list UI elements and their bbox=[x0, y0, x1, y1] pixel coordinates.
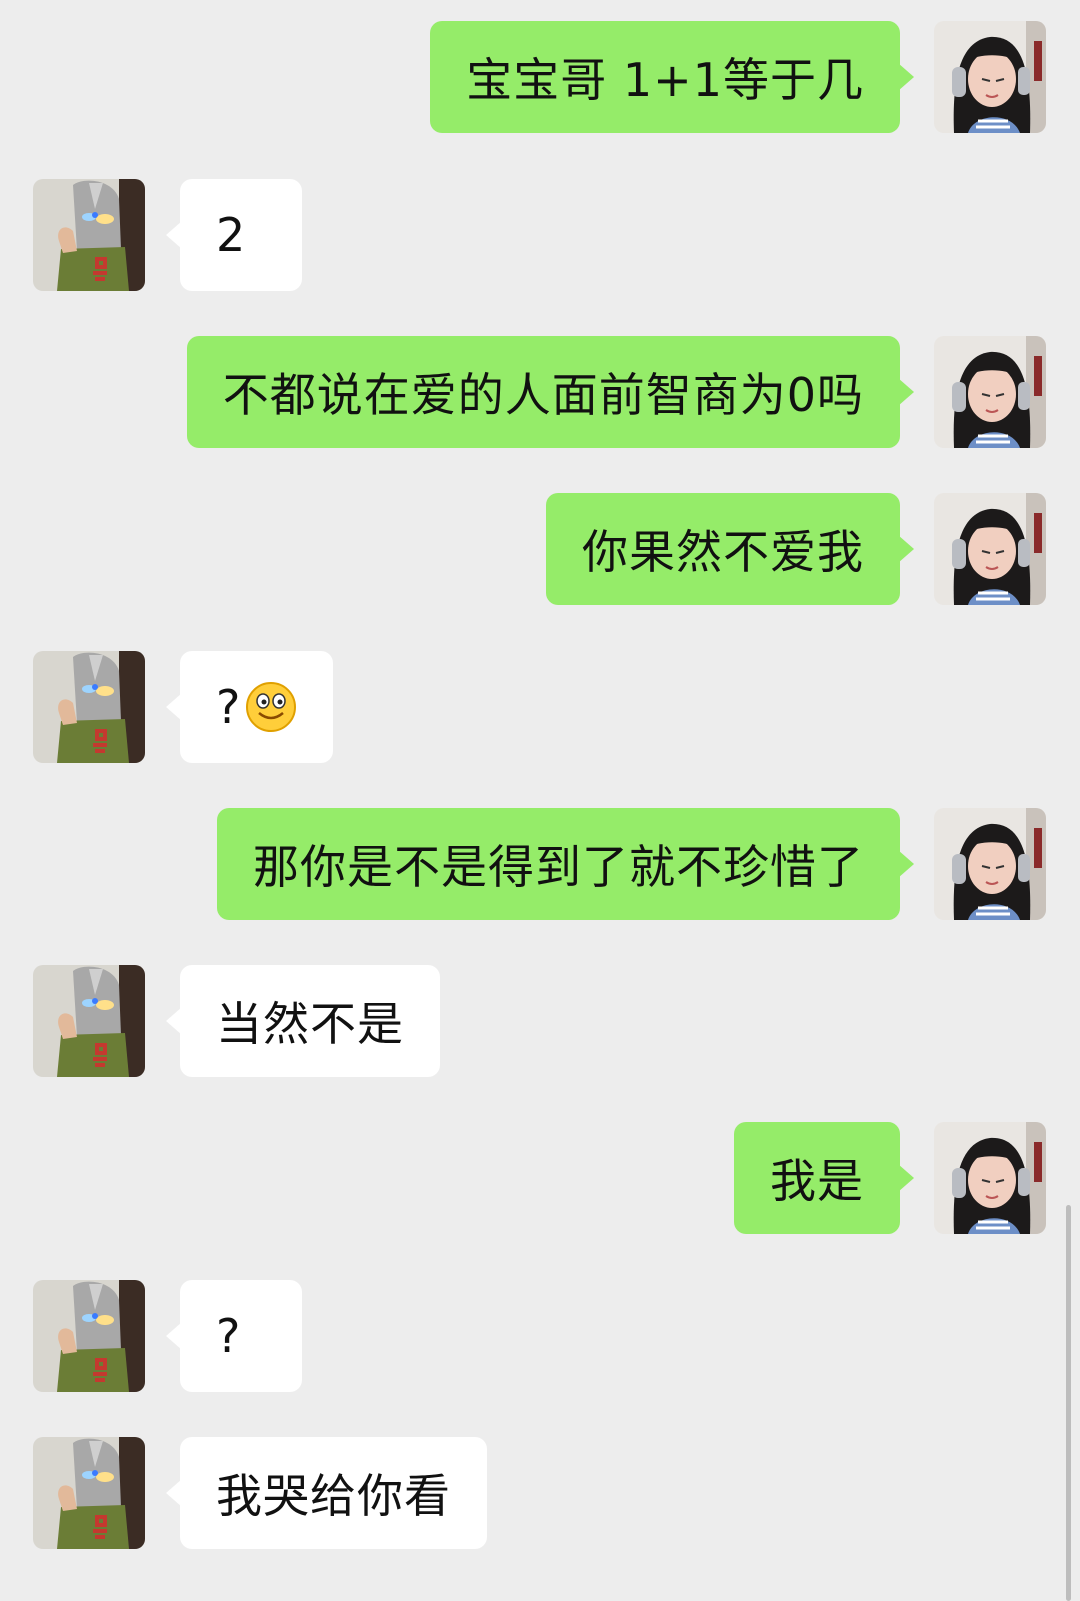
avatar-friend[interactable] bbox=[33, 1280, 145, 1392]
chat-conversation: 宝宝哥 1+1等于几 2 不都说在爱的人面前智商为0吗 你果然不爱我 ? 那你是… bbox=[0, 0, 1080, 1601]
received-message-bubble[interactable]: ? bbox=[165, 651, 334, 763]
received-message-bubble[interactable]: 我哭给你看 bbox=[166, 1437, 487, 1549]
message-text: 我是 bbox=[770, 1154, 864, 1208]
scrollbar[interactable] bbox=[1066, 1205, 1071, 1601]
message-row: 我是 bbox=[0, 1122, 1080, 1234]
message-row: 当然不是 bbox=[0, 965, 1080, 1077]
message-text: ? bbox=[216, 1309, 242, 1363]
message-row: 我哭给你看 bbox=[0, 1437, 1080, 1549]
received-message-bubble[interactable]: 2 bbox=[166, 179, 302, 291]
message-text: 不都说在爱的人面前智商为0吗 bbox=[222, 368, 864, 422]
message-text: 2 bbox=[216, 208, 247, 262]
message-text: 当然不是 bbox=[216, 997, 404, 1051]
sent-message-bubble[interactable]: 你果然不爱我 bbox=[546, 493, 914, 605]
avatar-friend[interactable] bbox=[33, 179, 145, 291]
message-text: 你果然不爱我 bbox=[582, 525, 864, 579]
sent-message-bubble[interactable]: 我是 bbox=[734, 1122, 914, 1234]
sent-message-bubble[interactable]: 不都说在爱的人面前智商为0吗 bbox=[186, 336, 915, 448]
message-row: ? bbox=[0, 651, 1080, 763]
message-text: 宝宝哥 1+1等于几 bbox=[466, 53, 864, 107]
sent-message-bubble[interactable]: 那你是不是得到了就不珍惜了 bbox=[217, 808, 914, 920]
message-text: 我哭给你看 bbox=[216, 1469, 451, 1523]
received-message-bubble[interactable]: ? bbox=[166, 1280, 302, 1392]
received-message-bubble[interactable]: 当然不是 bbox=[166, 965, 440, 1077]
avatar-friend[interactable] bbox=[33, 965, 145, 1077]
message-row: 不都说在爱的人面前智商为0吗 bbox=[0, 336, 1080, 448]
avatar-self[interactable] bbox=[934, 493, 1046, 605]
message-row: 2 bbox=[0, 179, 1080, 291]
avatar-self[interactable] bbox=[934, 1122, 1046, 1234]
avatar-self[interactable] bbox=[934, 336, 1046, 448]
message-text: 那你是不是得到了就不珍惜了 bbox=[253, 840, 864, 894]
message-row: 你果然不爱我 bbox=[0, 493, 1080, 605]
message-row: 那你是不是得到了就不珍惜了 bbox=[0, 808, 1080, 920]
message-row: 宝宝哥 1+1等于几 bbox=[0, 21, 1080, 133]
sent-message-bubble[interactable]: 宝宝哥 1+1等于几 bbox=[430, 21, 914, 133]
smiley-face-icon bbox=[246, 682, 297, 732]
avatar-friend[interactable] bbox=[33, 651, 145, 763]
avatar-friend[interactable] bbox=[33, 1437, 145, 1549]
message-text: ? bbox=[216, 680, 242, 734]
avatar-self[interactable] bbox=[934, 808, 1046, 920]
avatar-self[interactable] bbox=[934, 21, 1046, 133]
message-row: ? bbox=[0, 1280, 1080, 1392]
